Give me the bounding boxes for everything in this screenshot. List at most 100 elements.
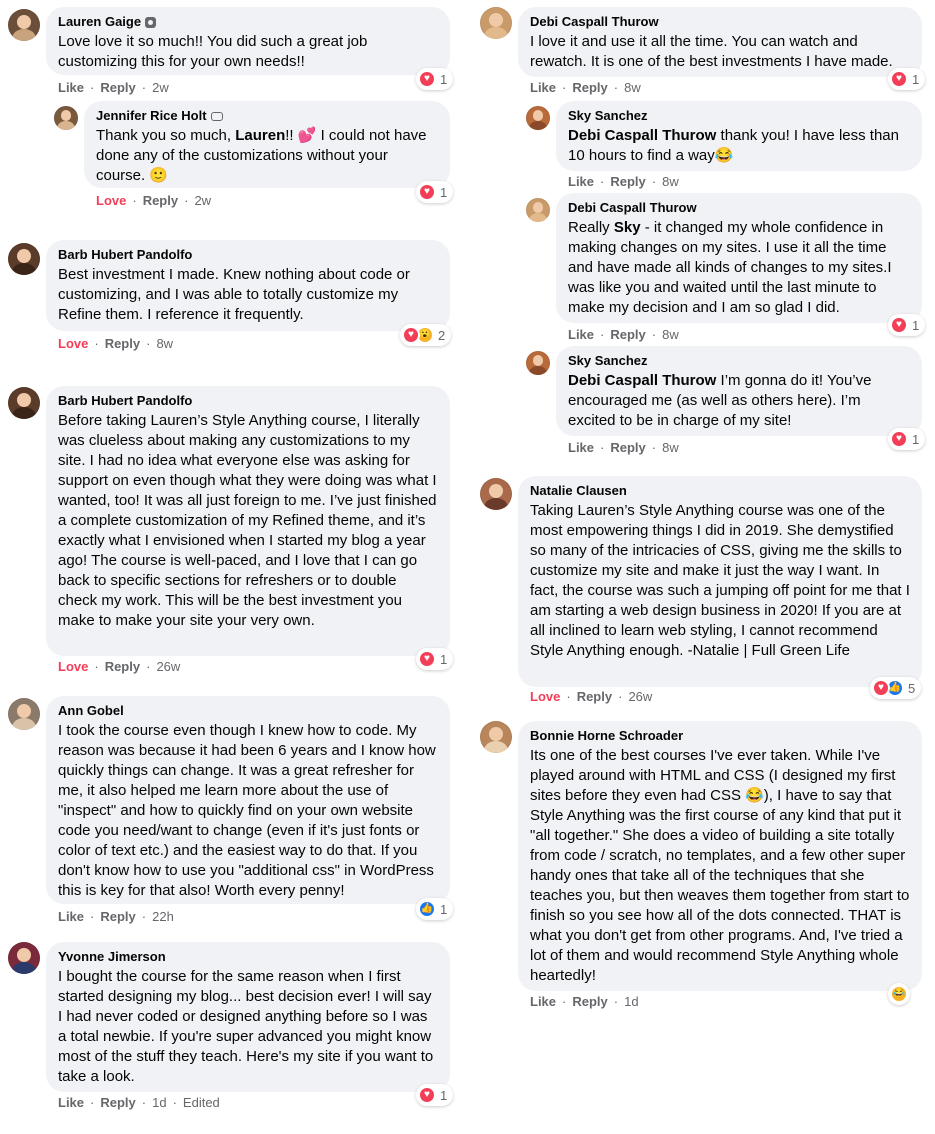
- like-action-button[interactable]: Like: [530, 994, 556, 1010]
- like-action-button[interactable]: Like: [58, 909, 84, 925]
- reply-action-button[interactable]: Reply: [100, 1095, 135, 1111]
- avatar[interactable]: [526, 198, 550, 222]
- comment-timestamp[interactable]: 26w: [156, 659, 180, 675]
- commenter-name-text[interactable]: Barb Hubert Pandolfo: [58, 393, 192, 409]
- commenter-name[interactable]: Bonnie Horne Schroader: [530, 728, 910, 744]
- reply-action-button[interactable]: Reply: [100, 909, 135, 925]
- reply-action-button[interactable]: Reply: [610, 440, 645, 456]
- love-action-button[interactable]: Love: [530, 689, 560, 705]
- comment-bubble: Debi Caspall Thurow Really Sky - it chang…: [556, 193, 922, 323]
- commenter-name-text[interactable]: Ann Gobel: [58, 703, 124, 719]
- commenter-name-text[interactable]: Yvonne Jimerson: [58, 949, 166, 965]
- reply-action-button[interactable]: Reply: [100, 80, 135, 96]
- reply-action-button[interactable]: Reply: [105, 336, 140, 352]
- reaction-summary[interactable]: ♥ 1: [416, 648, 454, 670]
- mention-link[interactable]: Debi Caspall Thurow: [568, 372, 716, 389]
- reply-action-button[interactable]: Reply: [105, 659, 140, 675]
- separator-dot: ·: [90, 1095, 95, 1110]
- comment-timestamp[interactable]: 22h: [152, 909, 174, 925]
- commenter-name[interactable]: Ann Gobel: [58, 703, 438, 719]
- like-action-button[interactable]: Like: [530, 80, 556, 96]
- shield-icon: [145, 16, 157, 28]
- comment-timestamp[interactable]: 26w: [628, 689, 652, 705]
- reaction-summary[interactable]: 😂: [888, 983, 910, 1005]
- avatar[interactable]: [8, 698, 40, 730]
- comment-actions: Like · Reply · 1d · Edited: [58, 1095, 220, 1111]
- mention-link[interactable]: Sky: [614, 219, 641, 236]
- commenter-name-text[interactable]: Debi Caspall Thurow: [530, 14, 659, 30]
- like-action-button[interactable]: Like: [568, 327, 594, 343]
- reaction-summary[interactable]: 👍 1: [416, 898, 454, 920]
- reaction-summary[interactable]: ♥ 1: [416, 181, 454, 203]
- reaction-summary[interactable]: ♥ 1: [416, 1084, 454, 1106]
- commenter-name[interactable]: Sky Sanchez: [568, 108, 910, 124]
- reply-action-button[interactable]: Reply: [143, 193, 178, 209]
- commenter-name-text[interactable]: Natalie Clausen: [530, 483, 627, 499]
- avatar[interactable]: [8, 942, 40, 974]
- avatar[interactable]: [480, 478, 512, 510]
- comment-timestamp[interactable]: 8w: [662, 327, 679, 343]
- commenter-name-text[interactable]: Jennifer Rice Holt: [96, 108, 207, 124]
- commenter-name[interactable]: Sky Sanchez: [568, 353, 910, 369]
- reaction-summary[interactable]: ♥ 1: [888, 428, 926, 450]
- commenter-name-text[interactable]: Barb Hubert Pandolfo: [58, 247, 192, 263]
- comment-timestamp[interactable]: 1d: [152, 1095, 166, 1111]
- avatar[interactable]: [526, 106, 550, 130]
- commenter-name-text[interactable]: Sky Sanchez: [568, 108, 648, 124]
- comment-text: Taking Lauren’s Style Anything course wa…: [530, 501, 910, 661]
- commenter-name-text[interactable]: Debi Caspall Thurow: [568, 200, 697, 216]
- comment-timestamp[interactable]: 8w: [156, 336, 173, 352]
- separator-dot: ·: [651, 327, 657, 342]
- commenter-name[interactable]: Natalie Clausen: [530, 483, 910, 499]
- commenter-name[interactable]: Debi Caspall Thurow: [530, 14, 910, 30]
- comment-timestamp[interactable]: 8w: [662, 174, 679, 190]
- avatar[interactable]: [480, 721, 512, 753]
- commenter-name-text[interactable]: Sky Sanchez: [568, 353, 648, 369]
- avatar[interactable]: [8, 387, 40, 419]
- commenter-name[interactable]: Jennifer Rice Holt: [96, 108, 438, 124]
- edited-label[interactable]: Edited: [183, 1095, 220, 1111]
- love-action-button[interactable]: Love: [58, 659, 88, 675]
- comment-actions: Like · Reply · 2w: [58, 80, 169, 96]
- comment-timestamp[interactable]: 1d: [624, 994, 638, 1010]
- comment-bubble: Jennifer Rice Holt Thank you so much, Lau…: [84, 101, 450, 188]
- commenter-name[interactable]: Barb Hubert Pandolfo: [58, 393, 438, 409]
- commenter-name[interactable]: Barb Hubert Pandolfo: [58, 247, 438, 263]
- reply-action-button[interactable]: Reply: [610, 327, 645, 343]
- like-action-button[interactable]: Like: [568, 440, 594, 456]
- reaction-summary[interactable]: ♥ 😮 2: [400, 324, 452, 346]
- like-action-button[interactable]: Like: [568, 174, 594, 190]
- reaction-summary[interactable]: ♥ 1: [888, 314, 926, 336]
- love-action-button[interactable]: Love: [58, 336, 88, 352]
- like-action-button[interactable]: Like: [58, 1095, 84, 1111]
- avatar[interactable]: [54, 106, 78, 130]
- reply-action-button[interactable]: Reply: [572, 994, 607, 1010]
- comment-timestamp[interactable]: 8w: [662, 440, 679, 456]
- reply-action-button[interactable]: Reply: [572, 80, 607, 96]
- commenter-name[interactable]: Lauren Gaige: [58, 14, 438, 30]
- mention-link[interactable]: Debi Caspall Thurow: [568, 127, 716, 144]
- love-action-button[interactable]: Love: [96, 193, 126, 209]
- avatar[interactable]: [526, 351, 550, 375]
- mention-link[interactable]: Lauren: [235, 127, 285, 144]
- commenter-name-text[interactable]: Bonnie Horne Schroader: [530, 728, 683, 744]
- commenter-name[interactable]: Yvonne Jimerson: [58, 949, 438, 965]
- reaction-summary[interactable]: ♥ 1: [888, 68, 926, 90]
- avatar[interactable]: [480, 7, 512, 39]
- commenter-name[interactable]: Debi Caspall Thurow: [568, 200, 910, 216]
- comment-text-segment: Its one of the best courses I've ever ta…: [530, 747, 910, 984]
- avatar[interactable]: [8, 243, 40, 275]
- reaction-summary[interactable]: ♥ 1: [416, 68, 454, 90]
- avatar-face: [488, 726, 504, 741]
- commenter-name-text[interactable]: Lauren Gaige: [58, 14, 141, 30]
- comment-text: Debi Caspall Thurow I’m gonna do it! You…: [568, 371, 910, 431]
- reply-action-button[interactable]: Reply: [577, 689, 612, 705]
- avatar[interactable]: [8, 9, 40, 41]
- avatar-shoulders: [483, 497, 509, 510]
- comment-timestamp[interactable]: 8w: [624, 80, 641, 96]
- reaction-summary[interactable]: ♥ 👍 5: [870, 677, 922, 699]
- like-action-button[interactable]: Like: [58, 80, 84, 96]
- comment-timestamp[interactable]: 2w: [152, 80, 169, 96]
- comment-timestamp[interactable]: 2w: [194, 193, 211, 209]
- reply-action-button[interactable]: Reply: [610, 174, 645, 190]
